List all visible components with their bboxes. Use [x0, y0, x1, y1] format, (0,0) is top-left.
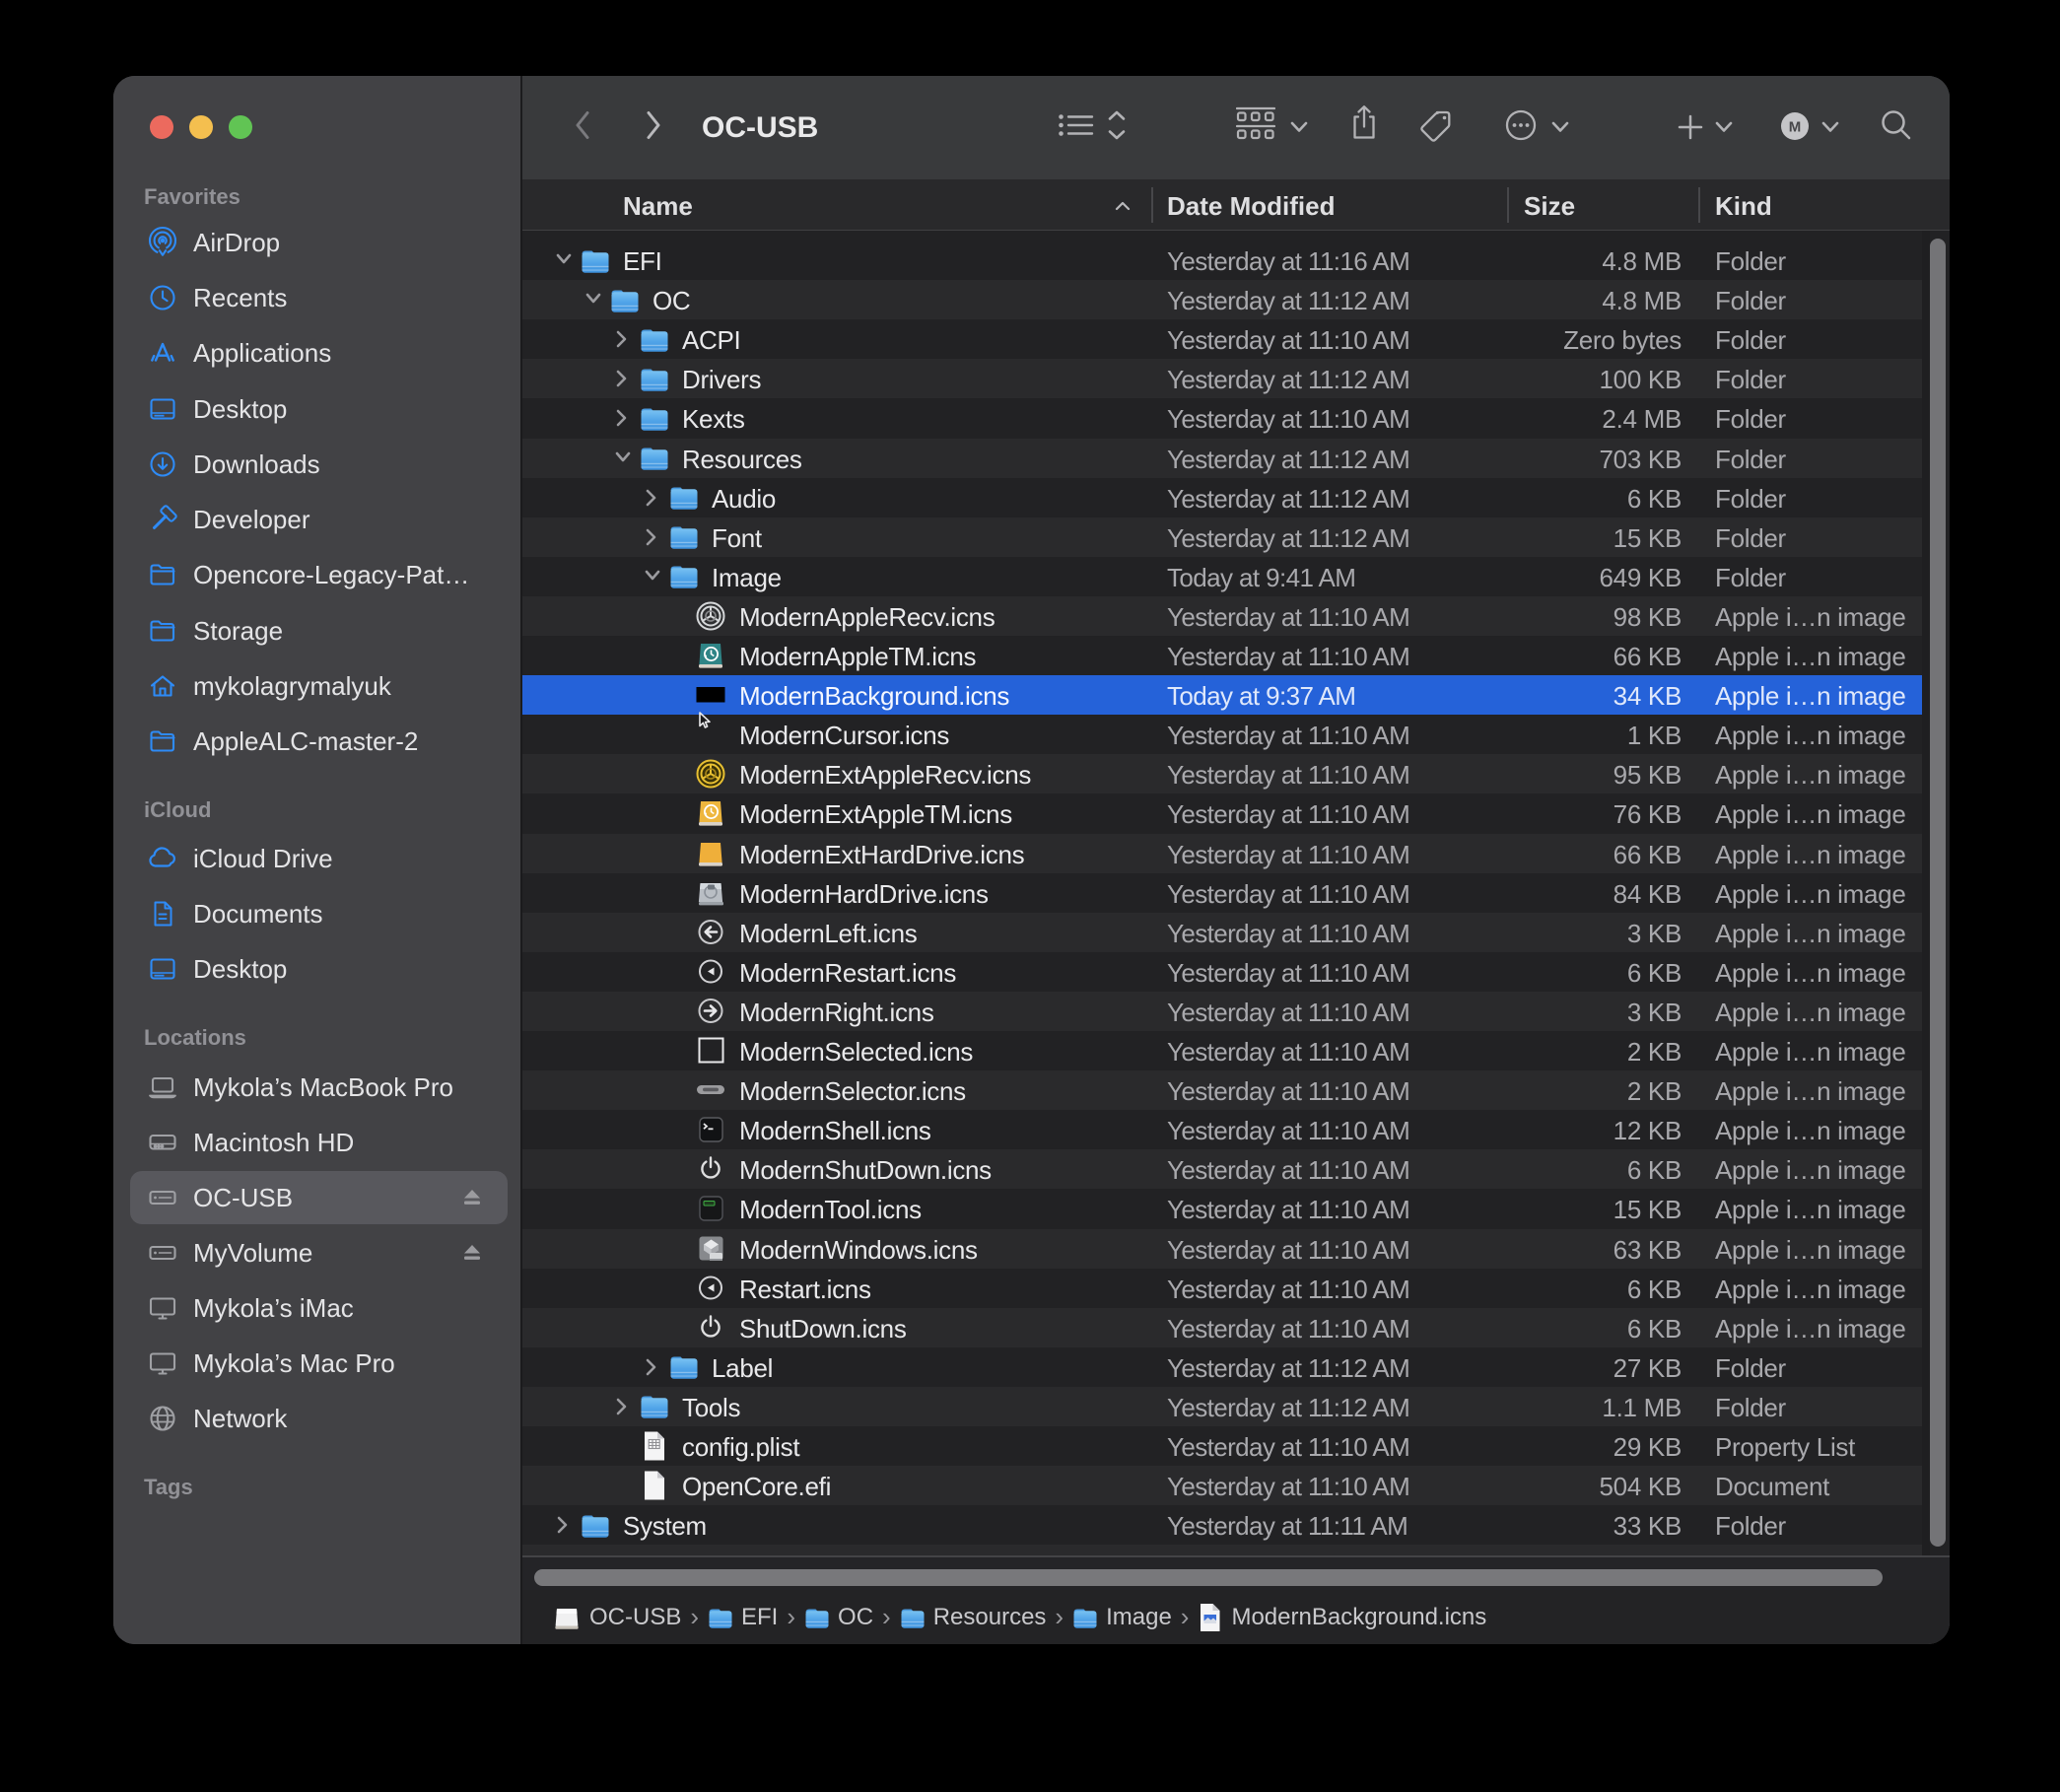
svg-text:M: M [1789, 119, 1802, 136]
